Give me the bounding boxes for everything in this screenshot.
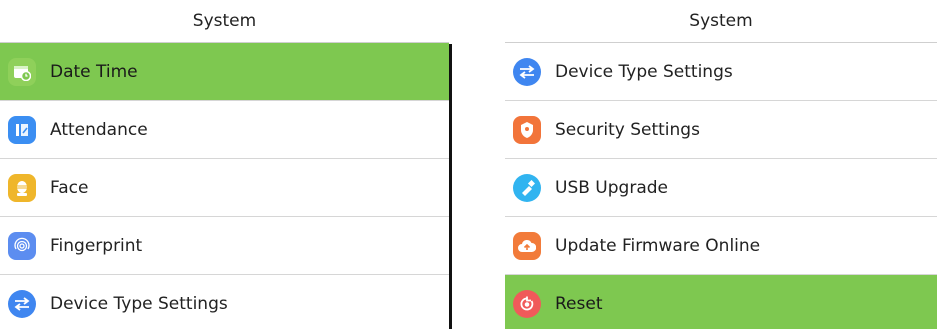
menu-item-device-type-settings[interactable]: Device Type Settings [0, 275, 449, 329]
fingerprint-icon [8, 231, 36, 260]
menu-item-label: Date Time [50, 61, 138, 82]
menu-item-label: Face [50, 177, 89, 198]
menu-item-label: Device Type Settings [555, 61, 733, 82]
menu-item-fingerprint[interactable]: Fingerprint [0, 217, 449, 275]
page-title: System [0, 0, 449, 43]
menu-item-label: Device Type Settings [50, 293, 228, 314]
attendance-icon [8, 115, 36, 144]
reset-icon [513, 289, 541, 318]
menu-item-attendance[interactable]: Attendance [0, 101, 449, 159]
swap-arrows-icon [8, 289, 36, 318]
panel-gap [452, 0, 505, 329]
page-title: System [505, 0, 937, 43]
menu-item-face[interactable]: Face [0, 159, 449, 217]
shield-icon [513, 115, 541, 144]
face-icon [8, 173, 36, 202]
menu-item-label: Security Settings [555, 119, 700, 140]
system-menu-left: System Date Time Attendance Face Fingerp… [0, 0, 449, 329]
swap-arrows-icon [513, 57, 541, 86]
cloud-upload-icon [513, 231, 541, 260]
menu-item-reset[interactable]: Reset [505, 275, 937, 329]
menu-item-label: Fingerprint [50, 235, 143, 256]
menu-item-label: Reset [555, 293, 603, 314]
menu-item-usb-upgrade[interactable]: USB Upgrade [505, 159, 937, 217]
menu-item-security-settings[interactable]: Security Settings [505, 101, 937, 159]
menu-item-date-time[interactable]: Date Time [0, 43, 449, 101]
menu-item-label: USB Upgrade [555, 177, 668, 198]
usb-icon [513, 173, 541, 202]
calendar-clock-icon [8, 57, 36, 86]
system-menu-right: System Device Type Settings Security Set… [505, 0, 937, 329]
menu-item-label: Update Firmware Online [555, 235, 761, 256]
menu-item-update-firmware-online[interactable]: Update Firmware Online [505, 217, 937, 275]
menu-item-label: Attendance [50, 119, 148, 140]
menu-item-device-type-settings[interactable]: Device Type Settings [505, 43, 937, 101]
